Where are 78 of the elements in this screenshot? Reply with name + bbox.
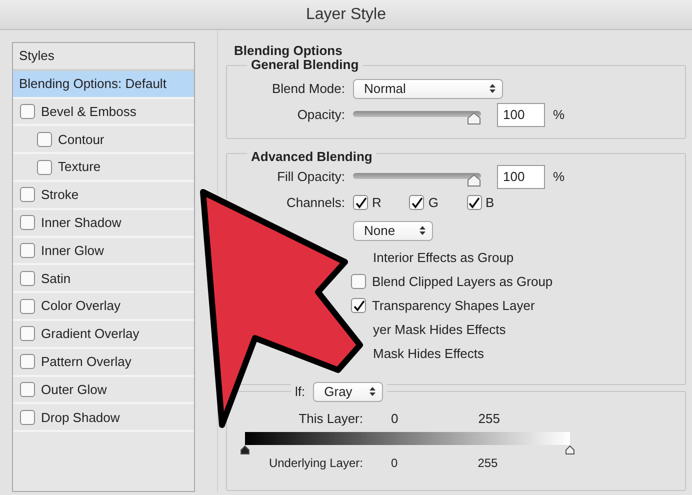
checkbox[interactable] [20,382,35,397]
style-list-item[interactable]: Drop Shadow [13,404,194,432]
window-title: Layer Style [306,4,386,24]
style-list-item[interactable]: Outer Glow [13,376,194,404]
checkbox[interactable] [20,298,35,314]
range-handle[interactable] [240,444,250,454]
style-label: Bevel & Emboss [41,102,136,121]
channel-label: G [428,194,439,212]
style-list-item[interactable]: Pattern Overlay [13,348,194,377]
field-label: Channels: [285,194,345,212]
style-label: Satin [41,270,71,288]
style-list-item[interactable]: Inner Shadow [13,210,194,238]
checkbox[interactable] [409,195,424,210]
updown-arrows-icon [369,386,376,397]
style-list-item[interactable]: Stroke [13,182,194,210]
range-value: 0 [391,454,398,472]
range-value: 255 [478,410,500,428]
checkbox[interactable] [20,410,35,425]
field-label: This Layer: [298,410,363,428]
number-field[interactable]: 100 [497,102,545,126]
range-value: 255 [478,454,498,472]
style-list-item[interactable]: Bevel & Emboss [13,98,194,126]
style-label: Inner Shadow [41,214,122,232]
dropdown[interactable]: None [353,220,433,240]
checkbox[interactable] [20,354,35,370]
style-label: Color Overlay [41,297,120,316]
dropdown[interactable]: Gray [313,382,384,402]
checkbox[interactable] [351,274,366,289]
unit-label: % [553,106,565,124]
checkbox[interactable] [466,195,482,210]
style-label: Drop Shadow [41,408,120,427]
checkbox[interactable] [20,104,35,119]
field-label: lf: [295,382,306,401]
checkbox[interactable] [351,298,366,313]
checkbox[interactable] [353,195,368,210]
section-title: General Blending [247,58,363,72]
style-list-item[interactable]: Blending Options: Default [13,70,194,99]
checkbox[interactable] [20,242,35,258]
checkbox[interactable] [20,187,35,202]
field-label: Fill Opacity: [276,168,345,186]
style-label: Pattern Overlay [41,352,132,371]
checkbox[interactable] [37,132,52,147]
dropdown[interactable]: Normal [353,78,503,98]
field-label: Opacity: [296,106,345,124]
style-label: Inner Glow [41,242,104,260]
range-handle[interactable] [565,444,575,454]
updown-arrows-icon [489,83,496,94]
style-list-item[interactable]: Texture [13,154,194,182]
checkbox[interactable] [37,160,52,175]
style-label: Gradient Overlay [41,325,140,344]
section-title: Advanced Blending [247,150,376,164]
checkbox[interactable] [20,270,35,286]
option-label: Mask Hides Effects [373,344,484,363]
unit-label: % [553,168,565,186]
panel-header: Styles [19,47,54,66]
field-label: Blend Mode: [271,80,345,98]
style-list-item[interactable]: Gradient Overlay [13,320,194,349]
updown-arrows-icon [419,225,426,236]
style-label: Outer Glow [41,380,107,399]
range-value: 0 [391,410,398,428]
style-list-item[interactable]: Inner Glow [13,238,194,266]
option-label: Interior Effects as Group [373,248,514,267]
checkbox[interactable] [20,215,35,230]
style-list-item[interactable]: Contour [13,126,194,154]
channel-label: B [486,194,494,212]
style-label: Blending Options: Default [19,74,166,93]
field-label: Underlying Layer: [268,454,363,472]
style-label: Texture [58,158,101,176]
number-field[interactable]: 100 [497,164,545,188]
style-list-item[interactable]: Color Overlay [13,293,194,321]
style-label: Contour [58,130,104,149]
checkbox[interactable] [20,326,35,342]
style-label: Stroke [41,186,79,204]
option-label: yer Mask Hides Effects [373,320,506,339]
option-label: Transparency Shapes Layer [372,296,535,315]
option-label: Blend Clipped Layers as Group [372,272,553,291]
channel-label: R [372,194,382,212]
style-list-item[interactable]: Satin [13,265,194,294]
